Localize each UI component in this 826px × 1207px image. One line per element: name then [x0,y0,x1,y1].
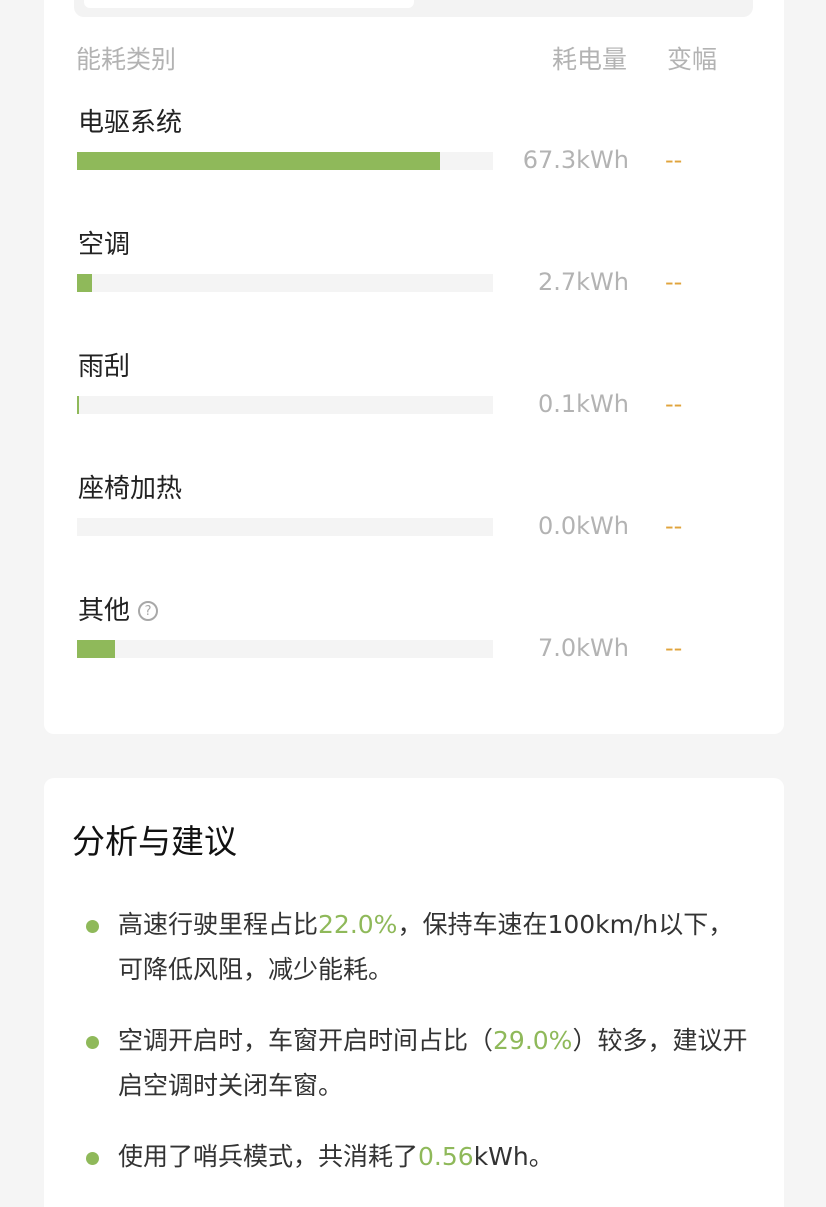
energy-bar-fill [77,640,115,658]
energy-row-value: 67.3kWh [522,146,629,174]
energy-bar-track [77,396,493,414]
bullet-dot-icon [86,1152,99,1165]
energy-bar-track [77,518,493,536]
energy-row-label: 座椅加热 [78,474,183,504]
energy-row-change: -- [665,146,683,174]
energy-bar-fill [77,396,79,414]
energy-row-change: -- [665,268,683,296]
energy-row-change: -- [665,512,683,540]
energy-bar-fill [77,274,92,292]
energy-row-drive-system: 电驱系统 67.3kWh -- [0,106,826,226]
energy-row-seat-heating: 座椅加热 0.0kWh -- [0,472,826,592]
highlight-value: 0.56 [418,1142,474,1171]
energy-row-change: -- [665,634,683,662]
energy-row-other: 其他 ? 7.0kWh -- [0,594,826,714]
energy-report-page: 能耗类别 耗电量 变幅 电驱系统 67.3kWh -- 空调 2.7kWh --… [0,0,826,1207]
highlight-value: 29.0% [493,1026,573,1055]
analysis-tip-text: 空调开启时，车窗开启时间占比（29.0%）较多，建议开启空调时关闭车窗。 [118,1026,748,1100]
energy-row-label: 电驱系统 [78,108,183,138]
analysis-tip-text: 使用了哨兵模式，共消耗了0.56kWh。 [118,1142,554,1171]
energy-bar-fill [77,152,441,170]
energy-row-value: 0.1kWh [537,390,629,418]
energy-bar-track [77,152,493,170]
energy-bar-track [77,640,493,658]
segmented-control-selected-tab[interactable] [84,0,414,8]
analysis-tip-text: 高速行驶里程占比22.0%，保持车速在100km/h以下，可降低风阻，减少能耗。 [118,910,734,984]
analysis-title: 分析与建议 [72,822,237,861]
energy-row-label: 其他 ? [78,594,159,628]
energy-row-value: 2.7kWh [537,268,629,296]
highlight-value: 22.0% [318,910,398,939]
column-header-energy: 耗电量 [552,45,628,74]
energy-row-air-conditioning: 空调 2.7kWh -- [0,228,826,348]
energy-row-label: 雨刮 [78,352,131,382]
energy-row-wipers: 雨刮 0.1kWh -- [0,350,826,470]
column-header-change: 变幅 [667,45,718,74]
bullet-dot-icon [86,1036,99,1049]
energy-row-value: 7.0kWh [537,634,629,662]
energy-row-change: -- [665,390,683,418]
question-circle-icon[interactable]: ? [138,601,159,621]
energy-bar-track [77,274,493,292]
energy-row-label: 空调 [78,230,131,260]
energy-row-value: 0.0kWh [537,512,629,540]
column-header-category: 能耗类别 [76,45,177,74]
bullet-dot-icon [86,920,99,933]
